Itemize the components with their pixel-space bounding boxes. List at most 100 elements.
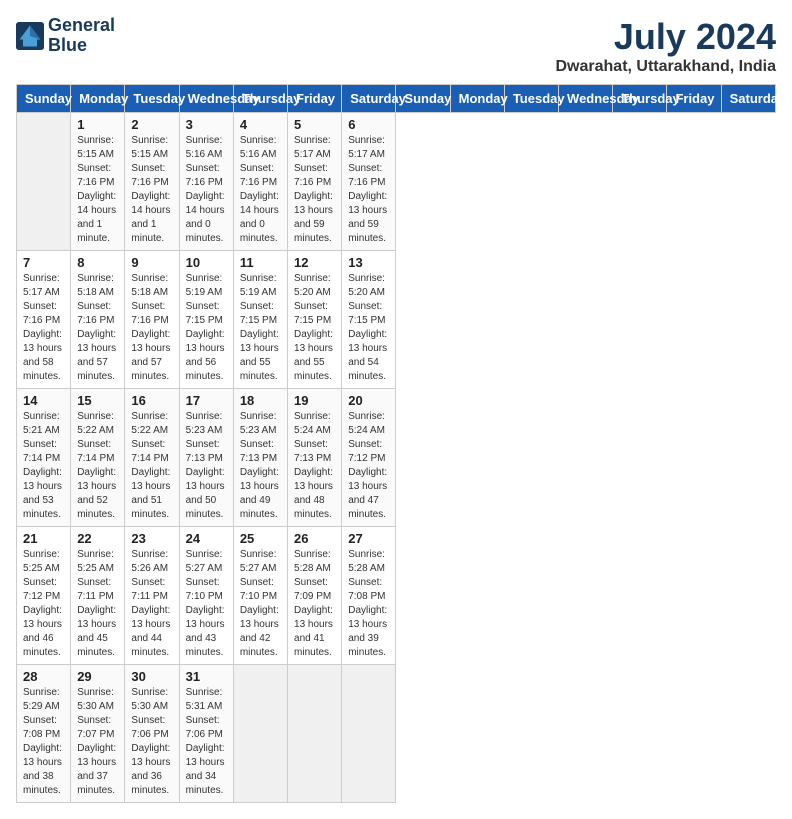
day-number: 24 [186,531,227,546]
calendar-cell: 6Sunrise: 5:17 AMSunset: 7:16 PMDaylight… [342,113,396,251]
week-row-4: 21Sunrise: 5:25 AMSunset: 7:12 PMDayligh… [17,527,776,665]
calendar-cell: 13 Sunrise: 5:20 AMSunset: 7:15 PMDayligh… [342,251,396,389]
day-number: 20 [348,393,389,408]
day-number: 11 [240,255,281,270]
day-info: Sunrise: 5:28 AMSunset: 7:09 PMDaylight:… [294,548,335,660]
calendar-cell: 25 Sunrise: 5:27 AMSunset: 7:10 PMDayligh… [233,527,287,665]
day-number: 4 [240,117,281,132]
day-number: 10 [186,255,227,270]
calendar-cell: 21Sunrise: 5:25 AMSunset: 7:12 PMDayligh… [17,527,71,665]
day-info: Sunrise: 5:27 AMSunset: 7:10 PMDaylight:… [240,548,281,660]
logo-text: General Blue [48,16,115,56]
day-info: Sunrise: 5:18 AMSunset: 7:16 PMDaylight:… [77,272,118,384]
calendar-cell [288,665,342,803]
calendar-cell: 3Sunrise: 5:16 AMSunset: 7:16 PMDaylight… [179,113,233,251]
calendar-cell: 24 Sunrise: 5:27 AMSunset: 7:10 PMDayligh… [179,527,233,665]
day-info: Sunrise: 5:25 AMSunset: 7:11 PMDaylight:… [77,548,118,660]
day-header-friday: Friday [667,85,721,113]
day-info: Sunrise: 5:22 AMSunset: 7:14 PMDaylight:… [77,410,118,522]
day-info: Sunrise: 5:18 AMSunset: 7:16 PMDaylight:… [131,272,172,384]
day-number: 26 [294,531,335,546]
day-number: 7 [23,255,64,270]
calendar-cell: 9 Sunrise: 5:18 AMSunset: 7:16 PMDaylight… [125,251,179,389]
calendar-cell: 17 Sunrise: 5:23 AMSunset: 7:13 PMDayligh… [179,389,233,527]
calendar-cell: 30 Sunrise: 5:30 AMSunset: 7:06 PMDayligh… [125,665,179,803]
day-number: 16 [131,393,172,408]
calendar-cell: 20Sunrise: 5:24 AMSunset: 7:12 PMDayligh… [342,389,396,527]
week-row-1: 1Sunrise: 5:15 AMSunset: 7:16 PMDaylight… [17,113,776,251]
day-number: 14 [23,393,64,408]
day-number: 15 [77,393,118,408]
day-header-friday: Friday [288,85,342,113]
day-info: Sunrise: 5:28 AMSunset: 7:08 PMDaylight:… [348,548,389,660]
day-header-tuesday: Tuesday [504,85,558,113]
day-info: Sunrise: 5:20 AMSunset: 7:15 PMDaylight:… [348,272,389,384]
calendar-cell: 27 Sunrise: 5:28 AMSunset: 7:08 PMDayligh… [342,527,396,665]
day-header-monday: Monday [71,85,125,113]
day-number: 17 [186,393,227,408]
calendar-cell: 22 Sunrise: 5:25 AMSunset: 7:11 PMDayligh… [71,527,125,665]
day-number: 27 [348,531,389,546]
calendar-cell: 2Sunrise: 5:15 AMSunset: 7:16 PMDaylight… [125,113,179,251]
week-row-3: 14Sunrise: 5:21 AMSunset: 7:14 PMDayligh… [17,389,776,527]
day-number: 25 [240,531,281,546]
day-info: Sunrise: 5:23 AMSunset: 7:13 PMDaylight:… [240,410,281,522]
calendar-cell: 23 Sunrise: 5:26 AMSunset: 7:11 PMDayligh… [125,527,179,665]
day-info: Sunrise: 5:26 AMSunset: 7:11 PMDaylight:… [131,548,172,660]
calendar-cell: 14Sunrise: 5:21 AMSunset: 7:14 PMDayligh… [17,389,71,527]
day-header-sunday: Sunday [396,85,450,113]
calendar-cell: 26 Sunrise: 5:28 AMSunset: 7:09 PMDayligh… [288,527,342,665]
day-number: 9 [131,255,172,270]
day-info: Sunrise: 5:24 AMSunset: 7:13 PMDaylight:… [294,410,335,522]
day-number: 18 [240,393,281,408]
day-number: 30 [131,669,172,684]
day-info: Sunrise: 5:23 AMSunset: 7:13 PMDaylight:… [186,410,227,522]
calendar-cell: 1Sunrise: 5:15 AMSunset: 7:16 PMDaylight… [71,113,125,251]
day-number: 23 [131,531,172,546]
month-title: July 2024 [556,16,777,58]
calendar-cell: 12Sunrise: 5:20 AMSunset: 7:15 PMDayligh… [288,251,342,389]
calendar-table: SundayMondayTuesdayWednesdayThursdayFrid… [16,84,776,803]
day-header-saturday: Saturday [721,85,775,113]
day-info: Sunrise: 5:22 AMSunset: 7:14 PMDaylight:… [131,410,172,522]
day-header-monday: Monday [450,85,504,113]
calendar-cell [342,665,396,803]
day-header-wednesday: Wednesday [559,85,613,113]
day-header-sunday: Sunday [17,85,71,113]
calendar-cell [233,665,287,803]
week-row-2: 7Sunrise: 5:17 AMSunset: 7:16 PMDaylight… [17,251,776,389]
calendar-cell: 15 Sunrise: 5:22 AMSunset: 7:14 PMDayligh… [71,389,125,527]
calendar-cell: 31Sunrise: 5:31 AMSunset: 7:06 PMDayligh… [179,665,233,803]
logo-line1: General [48,16,115,36]
location-title: Dwarahat, Uttarakhand, India [556,58,777,76]
calendar-cell: 18 Sunrise: 5:23 AMSunset: 7:13 PMDayligh… [233,389,287,527]
day-number: 19 [294,393,335,408]
day-number: 21 [23,531,64,546]
day-header-wednesday: Wednesday [179,85,233,113]
day-info: Sunrise: 5:15 AMSunset: 7:16 PMDaylight:… [77,134,118,246]
day-number: 13 [348,255,389,270]
calendar-cell: 10Sunrise: 5:19 AMSunset: 7:15 PMDayligh… [179,251,233,389]
day-number: 12 [294,255,335,270]
calendar-cell [17,113,71,251]
title-area: July 2024 Dwarahat, Uttarakhand, India [556,16,777,76]
day-header-thursday: Thursday [233,85,287,113]
calendar-cell: 8Sunrise: 5:18 AMSunset: 7:16 PMDaylight… [71,251,125,389]
week-row-5: 28Sunrise: 5:29 AMSunset: 7:08 PMDayligh… [17,665,776,803]
calendar-cell: 5 Sunrise: 5:17 AMSunset: 7:16 PMDaylight… [288,113,342,251]
day-info: Sunrise: 5:19 AMSunset: 7:15 PMDaylight:… [240,272,281,384]
day-info: Sunrise: 5:16 AMSunset: 7:16 PMDaylight:… [186,134,227,246]
day-info: Sunrise: 5:16 AMSunset: 7:16 PMDaylight:… [240,134,281,246]
header: General Blue July 2024 Dwarahat, Uttarak… [16,16,776,76]
day-number: 5 [294,117,335,132]
day-number: 22 [77,531,118,546]
day-info: Sunrise: 5:31 AMSunset: 7:06 PMDaylight:… [186,686,227,798]
day-number: 2 [131,117,172,132]
header-row: SundayMondayTuesdayWednesdayThursdayFrid… [17,85,776,113]
day-info: Sunrise: 5:17 AMSunset: 7:16 PMDaylight:… [294,134,335,246]
day-info: Sunrise: 5:30 AMSunset: 7:07 PMDaylight:… [77,686,118,798]
day-info: Sunrise: 5:27 AMSunset: 7:10 PMDaylight:… [186,548,227,660]
calendar-cell: 11 Sunrise: 5:19 AMSunset: 7:15 PMDayligh… [233,251,287,389]
calendar-cell: 19 Sunrise: 5:24 AMSunset: 7:13 PMDayligh… [288,389,342,527]
day-info: Sunrise: 5:30 AMSunset: 7:06 PMDaylight:… [131,686,172,798]
